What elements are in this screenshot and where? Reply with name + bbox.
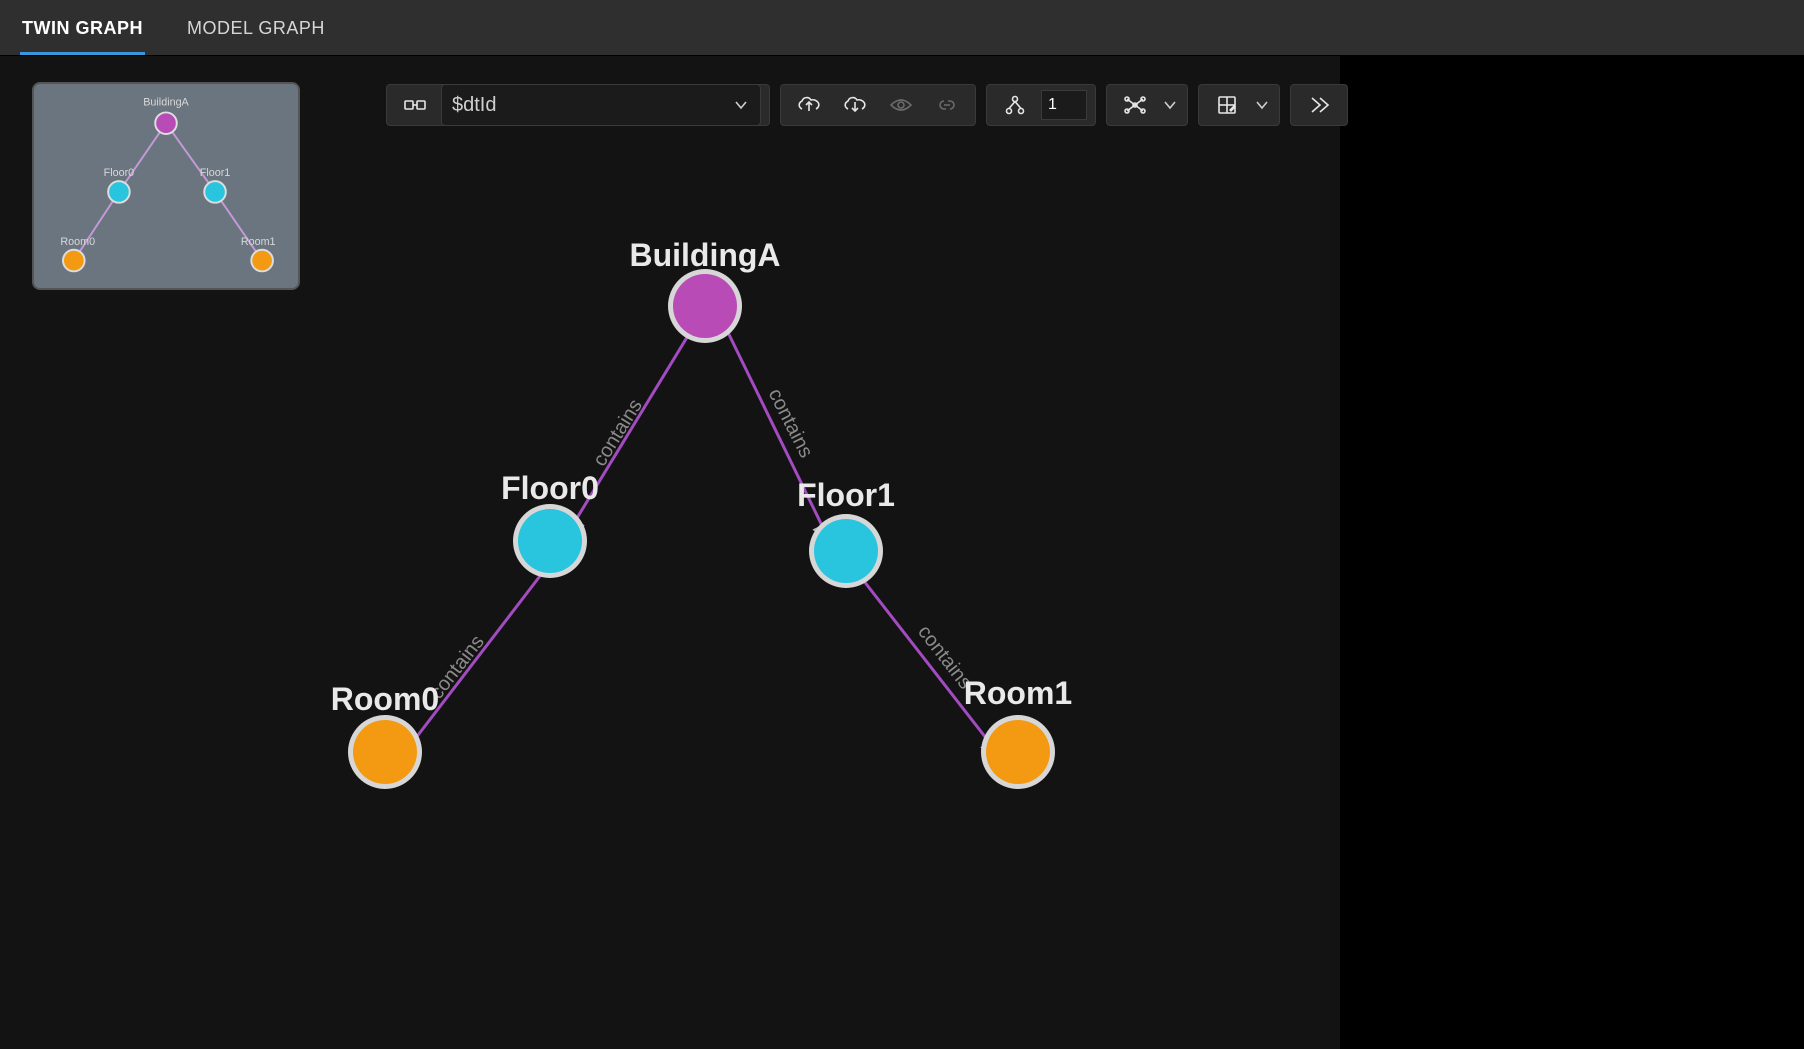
side-panel-placeholder [1340, 56, 1804, 1049]
graph-canvas[interactable]: contains contains contains contains Buil… [0, 56, 1340, 1049]
node-label: BuildingA [629, 237, 780, 273]
node-floor1[interactable]: Floor1 [797, 477, 895, 588]
tab-bar: TWIN GRAPH MODEL GRAPH [0, 0, 1804, 56]
node-floor0[interactable]: Floor0 [501, 470, 599, 578]
node-room0[interactable]: Room0 [331, 681, 439, 789]
edge-floor0-room0[interactable]: contains [402, 576, 540, 756]
canvas-region: BuildingA Floor0 Floor1 Room0 Room1 $dtI… [0, 56, 1804, 1049]
node-label: Floor0 [501, 470, 599, 506]
node-buildingA[interactable]: BuildingA [629, 237, 780, 343]
tab-model-graph[interactable]: MODEL GRAPH [185, 4, 327, 51]
node-label: Room0 [331, 681, 439, 717]
edge-label: contains [589, 395, 647, 470]
node-label: Room1 [964, 675, 1072, 711]
tab-twin-graph[interactable]: TWIN GRAPH [20, 4, 145, 51]
node-label: Floor1 [797, 477, 895, 513]
edge-floor1-room1[interactable]: contains [860, 576, 1000, 756]
